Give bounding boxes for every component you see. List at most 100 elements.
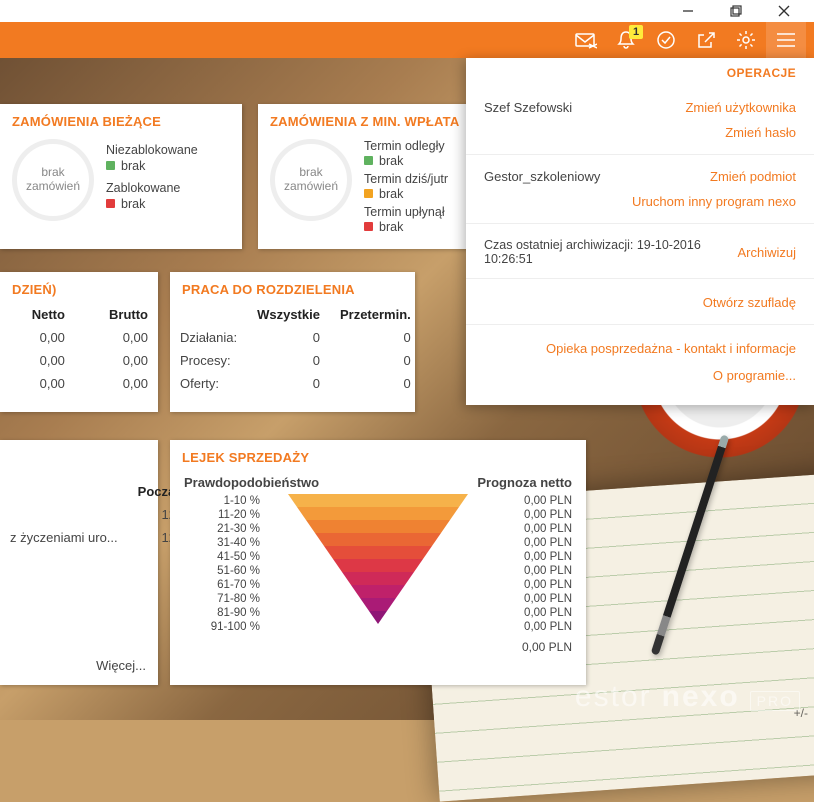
funnel-category: 51-60 % xyxy=(184,564,260,578)
funnel-category: 1-10 % xyxy=(184,494,260,508)
cell: 0 xyxy=(247,372,330,395)
ring-text: brak xyxy=(299,166,322,180)
brand-text: estor xyxy=(575,680,652,714)
check-circle-icon[interactable] xyxy=(646,22,686,58)
card-day-totals: DZIEŃ) NettoBrutto 0,000,00 0,000,00 0,0… xyxy=(0,272,158,412)
run-other-nexo-link[interactable]: Uruchom inny program nexo xyxy=(484,188,796,215)
operations-menu: OPERACJE Szef Szefowski Zmień użytkownik… xyxy=(466,58,814,405)
about-link[interactable]: O programie... xyxy=(484,362,796,389)
cell: 0 xyxy=(330,326,421,349)
row-label: Procesy: xyxy=(170,349,247,372)
status-label: Zablokowane xyxy=(106,181,230,195)
row-label: z życzeniami uro... xyxy=(0,526,128,549)
export-icon[interactable] xyxy=(686,22,726,58)
notification-badge: 1 xyxy=(629,25,643,39)
plus-minus-indicator: +/- xyxy=(794,706,808,720)
window-close-button[interactable] xyxy=(774,1,794,21)
col-header: Przetermin. xyxy=(330,303,421,326)
row-label: Działania: xyxy=(170,326,247,349)
menu-user-name: Szef Szefowski xyxy=(484,100,572,115)
window-minimize-button[interactable] xyxy=(678,1,698,21)
col-header: Netto xyxy=(0,303,75,326)
status-dot-icon xyxy=(364,222,373,231)
archive-link[interactable]: Archiwizuj xyxy=(737,245,796,260)
change-password-link[interactable]: Zmień hasło xyxy=(484,119,796,146)
orders-ring: brak zamówień xyxy=(270,139,352,221)
col-header: Wszystkie xyxy=(247,303,330,326)
menu-title: OPERACJE xyxy=(466,58,814,86)
funnel-value: 0,00 PLN xyxy=(482,606,572,620)
status-value: brak xyxy=(379,220,403,234)
orders-ring: brak zamówień xyxy=(12,139,94,221)
funnel-category: 91-100 % xyxy=(184,620,260,634)
card-work-to-distribute: PRACA DO ROZDZIELENIA WszystkiePrzetermi… xyxy=(170,272,415,412)
col-header: Brutto xyxy=(75,303,158,326)
cell: 0,00 xyxy=(75,372,158,395)
status-value: brak xyxy=(121,197,145,211)
funnel-value: 0,00 PLN xyxy=(482,494,572,508)
notifications-icon[interactable]: 1 xyxy=(606,22,646,58)
cell: 0 xyxy=(247,349,330,372)
gear-icon[interactable] xyxy=(726,22,766,58)
card-title: DZIEŃ) xyxy=(0,272,158,303)
card-title: LEJEK SPRZEDAŻY xyxy=(170,440,586,471)
last-archive-label: Czas ostatniej archiwizacji: 19-10-2016 … xyxy=(484,238,737,266)
funnel-category: 81-90 % xyxy=(184,606,260,620)
cell: 0 xyxy=(247,326,330,349)
brand-text: nexo xyxy=(662,680,740,714)
window-maximize-button[interactable] xyxy=(726,1,746,21)
change-subject-link[interactable]: Zmień podmiot xyxy=(710,169,796,184)
brand-text: PRO xyxy=(750,691,800,711)
change-user-link[interactable]: Zmień użytkownika xyxy=(685,100,796,115)
ring-text: zamówień xyxy=(284,180,338,194)
col-header: Prognoza netto xyxy=(477,475,572,490)
card-schedule: Początek 12:00 z życzeniami uro...12:20 … xyxy=(0,440,158,685)
funnel-value: 0,00 PLN xyxy=(482,620,572,634)
funnel-category: 71-80 % xyxy=(184,592,260,606)
funnel-category: 41-50 % xyxy=(184,550,260,564)
status-value: brak xyxy=(379,187,403,201)
status-dot-icon xyxy=(106,199,115,208)
status-label: Niezablokowane xyxy=(106,143,230,157)
mail-icon[interactable] xyxy=(566,22,606,58)
funnel-value: 0,00 PLN xyxy=(482,508,572,522)
cell: 0,00 xyxy=(0,326,75,349)
top-toolbar: 1 xyxy=(0,22,814,58)
cell: 0 xyxy=(330,349,421,372)
hamburger-menu-icon[interactable] xyxy=(766,22,806,58)
funnel-category: 21-30 % xyxy=(184,522,260,536)
funnel-category: 11-20 % xyxy=(184,508,260,522)
ring-text: zamówień xyxy=(26,180,80,194)
aftersales-link[interactable]: Opieka posprzedażna - kontakt i informac… xyxy=(484,335,796,362)
window-titlebar xyxy=(0,0,814,22)
cell: 0,00 xyxy=(75,349,158,372)
card-current-orders: ZAMÓWIENIA BIEŻĄCE brak zamówień Niezabl… xyxy=(0,104,242,249)
status-dot-icon xyxy=(364,156,373,165)
funnel-value: 0,00 PLN xyxy=(482,578,572,592)
brand-watermark: estor nexo PRO xyxy=(575,680,800,714)
status-dot-icon xyxy=(106,161,115,170)
ring-text: brak xyxy=(41,166,64,180)
col-header: Prawdopodobieństwo xyxy=(184,475,319,490)
more-link[interactable]: Więcej... xyxy=(96,658,146,673)
cell: 0,00 xyxy=(0,349,75,372)
funnel-chart xyxy=(288,494,468,620)
status-dot-icon xyxy=(364,189,373,198)
funnel-value: 0,00 PLN xyxy=(482,564,572,578)
menu-subject-name: Gestor_szkoleniowy xyxy=(484,169,600,184)
open-drawer-link[interactable]: Otwórz szufladę xyxy=(484,289,796,316)
funnel-value: 0,00 PLN xyxy=(482,536,572,550)
card-title: ZAMÓWIENIA BIEŻĄCE xyxy=(0,104,242,135)
funnel-value: 0,00 PLN xyxy=(482,522,572,536)
funnel-value: 0,00 PLN xyxy=(482,592,572,606)
row-label: Oferty: xyxy=(170,372,247,395)
cell: 0,00 xyxy=(75,326,158,349)
funnel-value: 0,00 PLN xyxy=(482,550,572,564)
card-sales-funnel: LEJEK SPRZEDAŻY Prawdopodobieństwo Progn… xyxy=(170,440,586,685)
cell: 0,00 xyxy=(0,372,75,395)
cell: 0 xyxy=(330,372,421,395)
card-title: PRACA DO ROZDZIELENIA xyxy=(170,272,415,303)
status-value: brak xyxy=(121,159,145,173)
funnel-total: 0,00 PLN xyxy=(170,634,586,660)
funnel-category: 61-70 % xyxy=(184,578,260,592)
